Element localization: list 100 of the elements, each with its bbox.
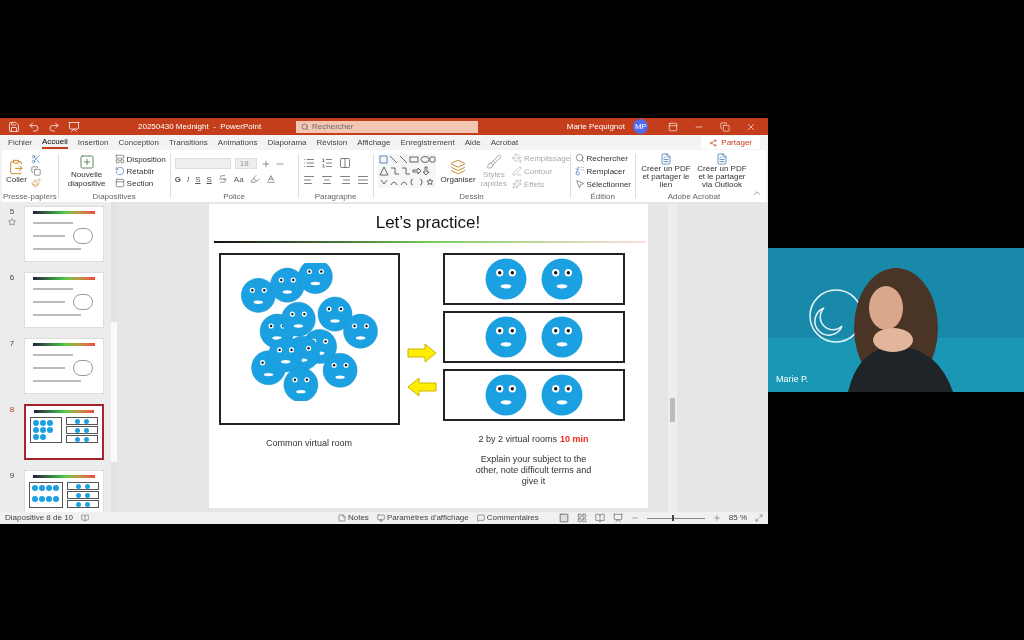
participant-name: Marie P. [776, 372, 809, 386]
document-icon [715, 153, 728, 165]
arrange-button[interactable]: Organiser [440, 158, 476, 184]
slide-number: 5 [9, 206, 15, 218]
ribbon-tab[interactable]: Affichage [357, 136, 391, 149]
new-slide-button[interactable]: Nouvelle diapositive [62, 154, 111, 188]
ribbon-tab[interactable]: Acrobat [490, 136, 519, 149]
scrollbar[interactable] [111, 202, 117, 512]
search-icon [301, 122, 309, 131]
bullets-icon[interactable] [302, 156, 315, 169]
ribbon-button[interactable]: Rétablir [114, 166, 166, 176]
strikethrough-icon[interactable] [217, 174, 228, 184]
normal-view-icon[interactable] [558, 513, 569, 523]
slide-number: 8 [9, 404, 15, 416]
zoom-in-icon[interactable] [712, 514, 721, 522]
group-label: Adobe Acrobat [666, 192, 722, 202]
font-name-field[interactable] [174, 158, 231, 169]
ribbon-button[interactable]: Remplacer [574, 166, 631, 176]
slide-title[interactable]: Let’s practice! [375, 210, 481, 236]
ribbon-button[interactable]: Rechercher [574, 153, 631, 163]
window-title: 20250430 Mednight - PowerPoint [138, 120, 263, 133]
arrow-icon [406, 342, 437, 363]
format-button[interactable]: S [195, 174, 201, 184]
slideshow-icon[interactable] [612, 513, 623, 523]
align-center-icon[interactable] [320, 173, 333, 186]
columns-icon[interactable] [338, 156, 351, 169]
slide-thumbnail[interactable] [24, 404, 104, 460]
ribbon-tab[interactable]: Insertion [77, 136, 109, 149]
ribbon-tab[interactable]: Enregistrement [400, 136, 455, 149]
sparkles-icon [511, 179, 522, 189]
fit-slide-icon[interactable] [755, 514, 763, 522]
paste-button[interactable]: Coller [6, 158, 27, 184]
monitor-icon [376, 514, 385, 522]
restore-icon[interactable] [720, 121, 730, 132]
duration-label: 10 min [560, 432, 589, 446]
format-button[interactable]: S [206, 174, 212, 184]
brush-icon [485, 154, 502, 170]
justify-icon[interactable] [356, 173, 369, 186]
face-icon [540, 257, 583, 300]
reading-view-icon[interactable] [594, 513, 605, 523]
shapes-gallery[interactable] [377, 154, 436, 188]
cut-icon[interactable] [30, 154, 41, 164]
ribbon-tab[interactable]: Transitions [169, 136, 208, 149]
user-name: Marie Pequignot [566, 120, 625, 133]
zoom-thumb[interactable] [671, 515, 674, 521]
format-button[interactable]: G [174, 174, 181, 184]
group-label: Dessin [458, 192, 485, 202]
pen-icon [511, 166, 522, 176]
presentation-icon[interactable] [68, 120, 80, 133]
ribbon-tab[interactable]: Diaporama [267, 136, 307, 149]
group-label: Paragraphe [313, 192, 358, 202]
face-icon [540, 315, 583, 358]
ribbon-button[interactable]: Disposition [114, 154, 166, 164]
increase-font-icon[interactable] [260, 158, 271, 169]
group-label: Édition [589, 192, 616, 202]
user-avatar[interactable]: MP [633, 119, 648, 134]
ribbon-button[interactable]: Section [114, 178, 166, 188]
font-color-icon[interactable] [265, 174, 276, 184]
ribbon-tab[interactable]: Conception [118, 136, 159, 149]
share-button[interactable]: Partager [701, 136, 760, 149]
undo-icon[interactable] [28, 120, 40, 133]
close-icon[interactable] [746, 121, 756, 132]
group-label: Police [222, 192, 247, 202]
save-icon[interactable] [8, 120, 20, 133]
layers-icon [450, 158, 467, 175]
arrow-icon [406, 376, 437, 397]
align-right-icon[interactable] [338, 173, 351, 186]
ribbon-tab[interactable]: Aide [464, 136, 481, 149]
ribbon-tab[interactable]: Révision [316, 136, 348, 149]
comment-icon [476, 514, 485, 522]
highlighter-icon[interactable] [249, 174, 260, 184]
reset-icon [114, 166, 125, 176]
search-field[interactable]: Rechercher [296, 120, 478, 133]
face-icon [484, 373, 527, 416]
slide-number: 9 [9, 470, 15, 482]
caption: Common virtual room [266, 436, 352, 450]
comments-button[interactable]: Commentaires [476, 512, 539, 524]
pointer-icon [574, 179, 585, 189]
create-pdf-button[interactable]: Créer un PDF et le partager via Outlook [695, 153, 748, 189]
group-label: Presse-papiers [2, 192, 58, 202]
notes-button[interactable]: Notes [337, 512, 369, 524]
notes-icon [337, 514, 346, 522]
format-button[interactable]: I [186, 174, 190, 184]
case-button[interactable]: Aa [233, 174, 244, 184]
redo-icon[interactable] [48, 120, 60, 133]
copy-icon[interactable] [30, 166, 41, 176]
scrollbar[interactable] [667, 204, 677, 512]
display-settings-button[interactable]: Paramètres d'affichage [376, 512, 469, 524]
create-pdf-button[interactable]: Créer un PDF et partager le lien [639, 153, 692, 189]
ribbon-display-icon[interactable] [668, 121, 678, 132]
collapse-ribbon-icon[interactable] [752, 188, 762, 198]
slide-sorter-icon[interactable] [576, 513, 587, 523]
paint-bucket-icon [511, 153, 522, 163]
search-icon [574, 153, 585, 163]
numbering-icon[interactable] [320, 156, 333, 169]
align-left-icon[interactable] [302, 173, 315, 186]
ribbon-tab[interactable]: Animations [217, 136, 258, 149]
ribbon-tab[interactable]: Fichier [8, 136, 32, 149]
ribbon-button[interactable]: Sélectionner [574, 179, 631, 189]
format-painter-icon[interactable] [30, 178, 41, 188]
